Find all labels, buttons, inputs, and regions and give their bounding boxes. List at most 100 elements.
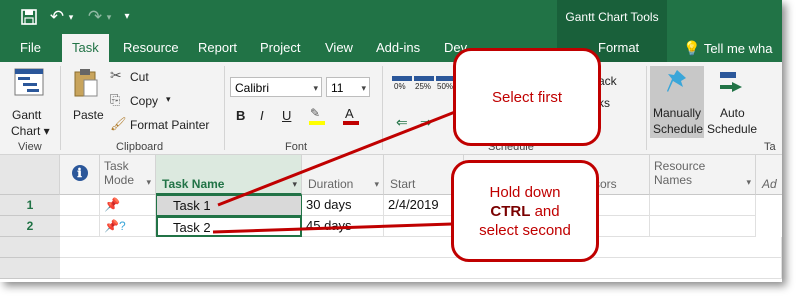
copy-icon: ⎘ bbox=[110, 92, 121, 107]
customize-qat-icon[interactable]: ▾ bbox=[120, 6, 134, 28]
info-icon: ℹ bbox=[71, 165, 88, 181]
group-label-tasks: Ta bbox=[764, 141, 776, 153]
duration-header-label: Duration bbox=[308, 177, 354, 191]
indicators-header[interactable]: ℹ bbox=[60, 155, 100, 195]
font-color-letter: A bbox=[345, 106, 354, 121]
task-name-header-label: Task Name bbox=[162, 177, 225, 191]
outdent-icon[interactable]: ⇒ bbox=[420, 114, 432, 131]
duration-cell[interactable]: 30 days bbox=[302, 195, 384, 216]
font-size-value: 11 bbox=[331, 81, 344, 95]
context-tools-title: Gantt Chart Tools bbox=[557, 0, 667, 34]
title-bar: ↶ ▾ ↷ ▾ ▾ Gantt Chart Tools bbox=[0, 0, 782, 34]
percent-0-button[interactable]: 0% bbox=[392, 74, 412, 96]
task-mode-cell[interactable]: 📌 bbox=[100, 195, 156, 216]
add-new-column-header[interactable]: Ad bbox=[756, 155, 782, 195]
tab-report[interactable]: Report bbox=[198, 34, 237, 62]
italic-button[interactable]: I bbox=[260, 108, 264, 123]
task-name-cell[interactable]: Task 2 bbox=[156, 216, 302, 237]
task-name-header[interactable]: Task Name ▾ bbox=[156, 155, 302, 195]
empty-row[interactable] bbox=[60, 258, 782, 279]
tell-me-box[interactable]: 💡 Tell me wha bbox=[683, 34, 772, 62]
copy-button[interactable]: ⎘ Copy ▾ bbox=[110, 92, 190, 110]
format-painter-label: Format Painter bbox=[130, 118, 210, 132]
copy-dropdown-icon[interactable]: ▾ bbox=[166, 94, 171, 105]
font-family-combo[interactable]: Calibri ▾ bbox=[230, 77, 322, 97]
undo-icon[interactable]: ↶ bbox=[48, 6, 66, 28]
paste-button[interactable]: Paste bbox=[68, 66, 104, 138]
cut-button[interactable]: ✂ Cut bbox=[110, 67, 170, 86]
gantt-label-line2: Chart ▾ bbox=[11, 124, 50, 138]
task-mode-cell[interactable]: 📌? bbox=[100, 216, 156, 237]
task-sheet: ℹ Task Mode ▾ Task Name ▾ Duration ▾ Sta… bbox=[0, 155, 782, 282]
resource-names-header-label: Resource Names bbox=[654, 159, 706, 187]
group-divider bbox=[382, 66, 383, 150]
resource-names-header[interactable]: Resource Names ▾ bbox=[650, 155, 756, 195]
manually-schedule-button[interactable]: Manually Schedule bbox=[650, 66, 704, 138]
group-label-font: Font bbox=[285, 141, 308, 153]
percent-50-label: 50% bbox=[437, 82, 454, 91]
group-label-view: View bbox=[18, 141, 42, 153]
duration-header[interactable]: Duration ▾ bbox=[302, 155, 384, 195]
cut-label: Cut bbox=[130, 70, 149, 84]
tab-task[interactable]: Task bbox=[62, 34, 109, 62]
percent-25-label: 25% bbox=[415, 82, 432, 91]
ms-project-window: ↶ ▾ ↷ ▾ ▾ Gantt Chart Tools File Task Re… bbox=[0, 0, 782, 282]
resource-names-cell[interactable] bbox=[650, 195, 756, 216]
callout-select-second-text: select second bbox=[479, 222, 571, 239]
auto-schedule-button[interactable]: Auto Schedule bbox=[706, 66, 760, 138]
redo-dropdown-icon[interactable]: ▾ bbox=[104, 6, 114, 28]
font-color-button[interactable]: A bbox=[342, 106, 364, 126]
chevron-down-icon[interactable]: ▾ bbox=[746, 175, 751, 189]
indicator-cell[interactable] bbox=[60, 216, 100, 237]
callout-select-first: Select first bbox=[453, 48, 601, 146]
save-icon[interactable] bbox=[18, 6, 40, 28]
tab-view[interactable]: View bbox=[325, 34, 353, 62]
gantt-label-line1: Gantt bbox=[12, 108, 42, 122]
resource-names-cell[interactable] bbox=[650, 216, 756, 237]
paintbrush-icon: 🖌 bbox=[110, 116, 127, 131]
duration-cell[interactable]: 45 days bbox=[302, 216, 384, 237]
chevron-down-icon[interactable]: ▾ bbox=[146, 175, 151, 189]
select-all-corner[interactable] bbox=[0, 155, 60, 195]
row-header-empty[interactable] bbox=[0, 237, 60, 258]
pushpin-question-icon: 📌? bbox=[104, 219, 126, 233]
percent-0-label: 0% bbox=[394, 82, 406, 91]
ribbon: Gantt Chart ▾ View Paste ✂ Cut ⎘ Copy ▾ … bbox=[0, 62, 782, 155]
chevron-down-icon[interactable]: ▾ bbox=[374, 177, 379, 191]
highlight-swatch bbox=[309, 121, 325, 125]
manually-label-line1: Manually bbox=[653, 106, 702, 120]
tab-format[interactable]: Format bbox=[598, 34, 639, 62]
row-header-empty[interactable] bbox=[0, 258, 60, 279]
task-name-value: Task 1 bbox=[173, 198, 211, 213]
task-name-cell[interactable]: Task 1 bbox=[156, 195, 302, 216]
tab-add-ins[interactable]: Add-ins bbox=[376, 34, 420, 62]
font-family-value: Calibri bbox=[235, 81, 270, 95]
task-mode-header[interactable]: Task Mode ▾ bbox=[100, 155, 156, 195]
format-painter-button[interactable]: 🖌 Format Painter bbox=[110, 116, 220, 134]
progress-bar-icon bbox=[392, 76, 412, 81]
gantt-chart-button[interactable]: Gantt Chart ▾ bbox=[8, 66, 50, 138]
paste-label: Paste bbox=[73, 108, 104, 122]
indent-icon[interactable]: ⇐ bbox=[396, 114, 408, 131]
percent-25-button[interactable]: 25% bbox=[414, 74, 434, 96]
callout-select-second: Hold down CTRL and select second bbox=[451, 160, 599, 262]
tab-project[interactable]: Project bbox=[260, 34, 300, 62]
tab-file[interactable]: File bbox=[20, 34, 41, 62]
callout-ctrl-text: CTRL bbox=[490, 203, 531, 220]
font-size-combo[interactable]: 11 ▾ bbox=[326, 77, 370, 97]
chevron-down-icon[interactable]: ▾ bbox=[292, 177, 297, 191]
bold-button[interactable]: B bbox=[236, 108, 245, 123]
undo-dropdown-icon[interactable]: ▾ bbox=[66, 6, 76, 28]
row-header-2[interactable]: 2 bbox=[0, 216, 60, 237]
empty-row[interactable] bbox=[60, 237, 782, 258]
manually-label-line2: Schedule bbox=[653, 122, 704, 136]
underline-button[interactable]: U bbox=[282, 108, 291, 123]
auto-schedule-icon bbox=[720, 72, 742, 92]
pushpin-icon: 📌 bbox=[104, 197, 121, 212]
callout-select-first-text: Select first bbox=[491, 89, 563, 106]
indicator-cell[interactable] bbox=[60, 195, 100, 216]
highlight-color-button[interactable]: ✎ bbox=[308, 106, 330, 126]
tab-resource[interactable]: Resource bbox=[123, 34, 179, 62]
redo-icon[interactable]: ↷ bbox=[86, 6, 104, 28]
row-header-1[interactable]: 1 bbox=[0, 195, 60, 216]
